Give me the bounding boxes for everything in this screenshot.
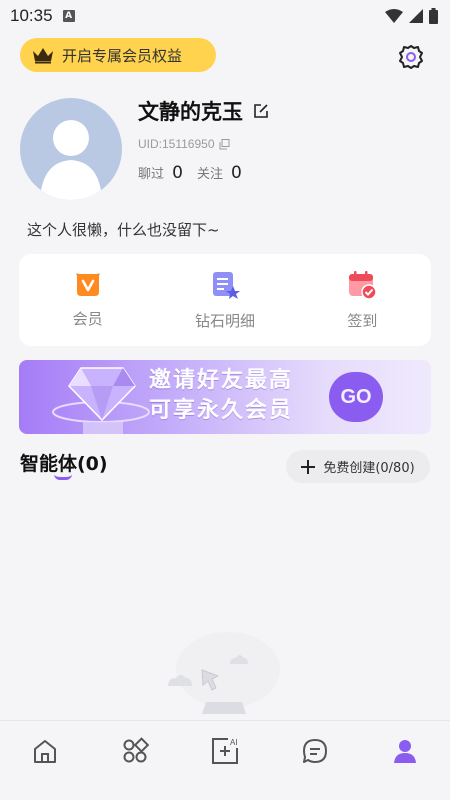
agents-section-title: 智能体(0) <box>20 453 108 475</box>
create-agent-button[interactable]: 免费创建(0/80) <box>286 450 430 483</box>
username-row: 文静的克玉 <box>138 96 269 126</box>
invite-banner[interactable]: 邀请好友最高 可享永久会员 GO <box>19 360 431 434</box>
uid-text: UID:15116950 <box>138 137 215 151</box>
diamond-detail-icon <box>212 272 240 299</box>
quick-item-vip[interactable]: 会员 <box>19 254 156 346</box>
chat-count: 0 <box>172 163 183 183</box>
empty-state-illustration <box>168 632 280 714</box>
follow-count: 0 <box>231 163 242 183</box>
quick-item-label: 会员 <box>72 310 103 328</box>
vip-icon <box>75 273 100 296</box>
ai-create-icon: AI <box>212 737 238 764</box>
go-button[interactable]: GO <box>329 372 383 422</box>
banner-text: 邀请好友最高 可享永久会员 <box>149 366 293 426</box>
ai-badge: AI <box>230 738 238 747</box>
home-icon <box>34 739 56 763</box>
signal-icon <box>409 9 423 23</box>
battery-icon <box>429 8 438 24</box>
messages-icon <box>303 738 327 763</box>
status-bar: 10:35 A <box>0 0 450 32</box>
plus-icon <box>301 459 316 474</box>
checkin-calendar-icon <box>349 271 378 300</box>
banner-line-2: 可享永久会员 <box>149 398 294 423</box>
uid-row: UID:15116950 <box>138 137 230 151</box>
quick-actions-card: 会员 钻石明细 签到 <box>19 254 431 346</box>
chat-label: 聊过 <box>138 167 165 182</box>
crown-icon <box>33 48 53 64</box>
wifi-icon <box>385 9 403 23</box>
bottom-tab-bar: AI <box>0 720 450 800</box>
quick-item-diamond-detail[interactable]: 钻石明细 <box>156 254 293 346</box>
username: 文静的克玉 <box>138 100 243 124</box>
tab-messages[interactable] <box>270 721 360 800</box>
status-time: 10:35 <box>10 6 53 25</box>
settings-button[interactable] <box>396 42 426 72</box>
vip-benefits-label: 开启专属会员权益 <box>62 46 183 65</box>
tab-profile[interactable] <box>360 721 450 800</box>
create-agent-label: 免费创建(0/80) <box>323 461 415 476</box>
quick-item-label: 钻石明细 <box>194 312 255 330</box>
edit-icon[interactable] <box>253 103 269 119</box>
apps-grid-icon <box>123 736 149 762</box>
bio-text: 这个人很懒，什么也没留下~ <box>27 221 220 239</box>
default-avatar-icon <box>40 120 102 200</box>
gear-icon <box>399 45 423 69</box>
copy-icon[interactable] <box>219 138 230 150</box>
follow-label: 关注 <box>196 167 223 182</box>
notification-a-icon: A <box>62 10 75 22</box>
follow-stat[interactable]: 关注 0 <box>197 163 242 183</box>
tab-ai-create[interactable]: AI <box>180 721 270 800</box>
chat-stat[interactable]: 聊过 0 <box>138 163 183 183</box>
quick-item-checkin[interactable]: 签到 <box>294 254 431 346</box>
section-underline <box>54 474 72 480</box>
tab-home[interactable] <box>0 721 90 800</box>
diamond-trophy-icon <box>52 367 150 434</box>
quick-item-label: 签到 <box>347 312 378 330</box>
tab-apps[interactable] <box>90 721 180 800</box>
banner-line-1: 邀请好友最高 <box>149 368 294 393</box>
profile-stats: 聊过 0 关注 0 <box>138 163 242 183</box>
profile-icon <box>394 739 416 763</box>
avatar[interactable] <box>20 98 122 200</box>
vip-benefits-button[interactable]: 开启专属会员权益 <box>20 38 216 72</box>
